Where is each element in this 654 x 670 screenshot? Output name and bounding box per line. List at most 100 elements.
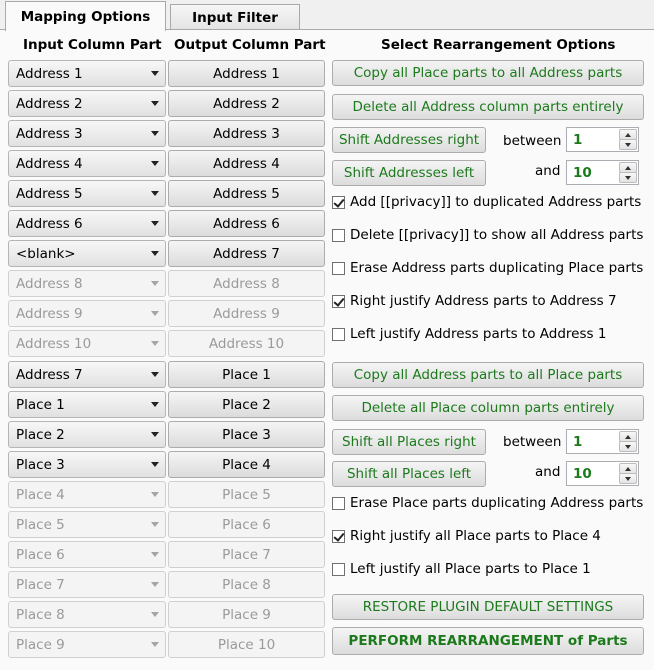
shift-places-right-button[interactable]: Shift all Places right: [332, 429, 486, 455]
chevron-down-icon: [151, 131, 159, 136]
input-part-value: Place 7: [16, 576, 65, 593]
chevron-down-icon: [151, 552, 159, 557]
delete-place-parts-button[interactable]: Delete all Place column parts entirely: [332, 395, 644, 421]
input-part-value: Place 9: [16, 636, 65, 653]
checkbox-checked-icon[interactable]: [332, 529, 345, 543]
address-to-spinner[interactable]: 10: [566, 160, 639, 185]
spin-down-icon[interactable]: [619, 172, 637, 183]
input-column-header: Input Column Part: [23, 37, 162, 53]
output-part-button[interactable]: Address 5: [168, 180, 325, 207]
input-part-select: Place 7: [8, 571, 166, 598]
output-part-button: Address 9: [168, 300, 325, 327]
input-part-value: Address 1: [16, 65, 83, 82]
tab-input-filter[interactable]: Input Filter: [170, 4, 300, 30]
chevron-down-icon: [151, 402, 159, 407]
checkbox-unchecked-icon[interactable]: [332, 261, 345, 275]
copy-address-to-place-button[interactable]: Copy all Address parts to all Place part…: [332, 362, 644, 388]
input-part-select[interactable]: Address 2: [8, 90, 166, 117]
checkbox-right-justify-address-parts-to-address-7[interactable]: Right justify Address parts to Address 7: [332, 292, 617, 310]
checkbox-checked-icon[interactable]: [332, 294, 345, 308]
input-part-select[interactable]: Address 1: [8, 60, 166, 87]
place-to-value: 10: [573, 466, 592, 482]
address-between-label: between: [503, 133, 562, 149]
spin-down-icon[interactable]: [619, 441, 637, 452]
tab-bar: Mapping Options Input Filter: [0, 0, 654, 31]
input-part-select[interactable]: <blank>: [8, 240, 166, 267]
input-part-value: Address 2: [16, 95, 83, 112]
shift-places-left-button[interactable]: Shift all Places left: [332, 461, 486, 487]
output-part-button: Address 8: [168, 270, 325, 297]
output-part-button: Place 10: [168, 631, 325, 658]
options-header: Select Rearrangement Options: [381, 37, 616, 53]
input-part-select[interactable]: Address 7: [8, 361, 166, 388]
checkbox-label: Add [[privacy]] to duplicated Address pa…: [350, 194, 642, 210]
place-to-spinner[interactable]: 10: [566, 461, 639, 486]
input-part-select[interactable]: Address 3: [8, 120, 166, 147]
output-part-button: Place 9: [168, 601, 325, 628]
checkbox-unchecked-icon[interactable]: [332, 327, 345, 341]
input-part-select[interactable]: Address 4: [8, 150, 166, 177]
input-part-value: Place 2: [16, 426, 65, 443]
input-part-value: Place 5: [16, 516, 65, 533]
output-part-button[interactable]: Address 4: [168, 150, 325, 177]
copy-place-to-address-button[interactable]: Copy all Place parts to all Address part…: [332, 60, 644, 86]
input-part-select[interactable]: Place 3: [8, 451, 166, 478]
checkbox-checked-icon[interactable]: [332, 195, 345, 209]
checkbox-left-justify-all-place-parts-to-place-1[interactable]: Left justify all Place parts to Place 1: [332, 560, 591, 578]
checkbox-erase-place-parts-duplicating-address-pa[interactable]: Erase Place parts duplicating Address pa…: [332, 494, 643, 512]
input-part-value: Place 6: [16, 546, 65, 563]
input-part-value: Address 3: [16, 125, 83, 142]
checkbox-right-justify-all-place-parts-to-place-4[interactable]: Right justify all Place parts to Place 4: [332, 527, 601, 545]
place-from-value: 1: [573, 434, 583, 450]
output-part-button[interactable]: Place 2: [168, 391, 325, 418]
perform-rearrangement-button[interactable]: PERFORM REARRANGEMENT of Parts: [332, 627, 644, 655]
checkbox-unchecked-icon[interactable]: [332, 228, 345, 242]
spin-down-icon[interactable]: [619, 139, 637, 150]
chevron-down-icon: [151, 432, 159, 437]
chevron-down-icon: [151, 612, 159, 617]
chevron-down-icon: [151, 191, 159, 196]
input-part-select: Address 10: [8, 330, 166, 357]
input-part-value: Place 1: [16, 396, 65, 413]
output-part-button[interactable]: Address 2: [168, 90, 325, 117]
tab-mapping-options[interactable]: Mapping Options: [5, 1, 166, 31]
input-part-select[interactable]: Address 6: [8, 210, 166, 237]
output-part-button[interactable]: Address 6: [168, 210, 325, 237]
chevron-down-icon: [151, 642, 159, 647]
shift-addresses-right-button[interactable]: Shift Addresses right: [332, 127, 486, 153]
checkbox-unchecked-icon[interactable]: [332, 496, 345, 510]
output-part-button[interactable]: Address 1: [168, 60, 325, 87]
restore-defaults-button[interactable]: RESTORE PLUGIN DEFAULT SETTINGS: [332, 594, 644, 620]
address-from-spinner[interactable]: 1: [566, 127, 639, 152]
spin-down-icon[interactable]: [619, 473, 637, 484]
output-part-button[interactable]: Address 3: [168, 120, 325, 147]
input-part-select[interactable]: Place 2: [8, 421, 166, 448]
checkbox-left-justify-address-parts-to-address-1[interactable]: Left justify Address parts to Address 1: [332, 325, 606, 343]
chevron-down-icon: [151, 311, 159, 316]
input-part-value: <blank>: [16, 245, 76, 262]
chevron-down-icon: [151, 372, 159, 377]
output-part-button[interactable]: Place 3: [168, 421, 325, 448]
checkbox-delete-privacy-to-show-all-address-parts[interactable]: Delete [[privacy]] to show all Address p…: [332, 226, 643, 244]
output-part-button[interactable]: Address 7: [168, 240, 325, 267]
shift-addresses-left-button[interactable]: Shift Addresses left: [332, 160, 486, 186]
place-from-spinner[interactable]: 1: [566, 429, 639, 454]
address-to-value: 10: [573, 165, 592, 181]
input-part-select: Place 9: [8, 631, 166, 658]
output-part-button[interactable]: Place 1: [168, 361, 325, 388]
chevron-down-icon: [151, 251, 159, 256]
output-part-button: Address 10: [168, 330, 325, 357]
output-part-button[interactable]: Place 4: [168, 451, 325, 478]
checkbox-unchecked-icon[interactable]: [332, 562, 345, 576]
input-part-select[interactable]: Address 5: [8, 180, 166, 207]
input-part-select: Place 6: [8, 541, 166, 568]
checkbox-add-privacy-to-duplicated-address-parts[interactable]: Add [[privacy]] to duplicated Address pa…: [332, 193, 641, 211]
delete-address-parts-button[interactable]: Delete all Address column parts entirely: [332, 94, 644, 120]
chevron-down-icon: [151, 161, 159, 166]
input-part-select[interactable]: Place 1: [8, 391, 166, 418]
input-part-select: Place 4: [8, 481, 166, 508]
checkbox-label: Left justify all Place parts to Place 1: [350, 561, 591, 577]
checkbox-erase-address-parts-duplicating-place-pa[interactable]: Erase Address parts duplicating Place pa…: [332, 259, 643, 277]
input-part-select: Address 8: [8, 270, 166, 297]
checkbox-label: Right justify Address parts to Address 7: [350, 293, 617, 309]
